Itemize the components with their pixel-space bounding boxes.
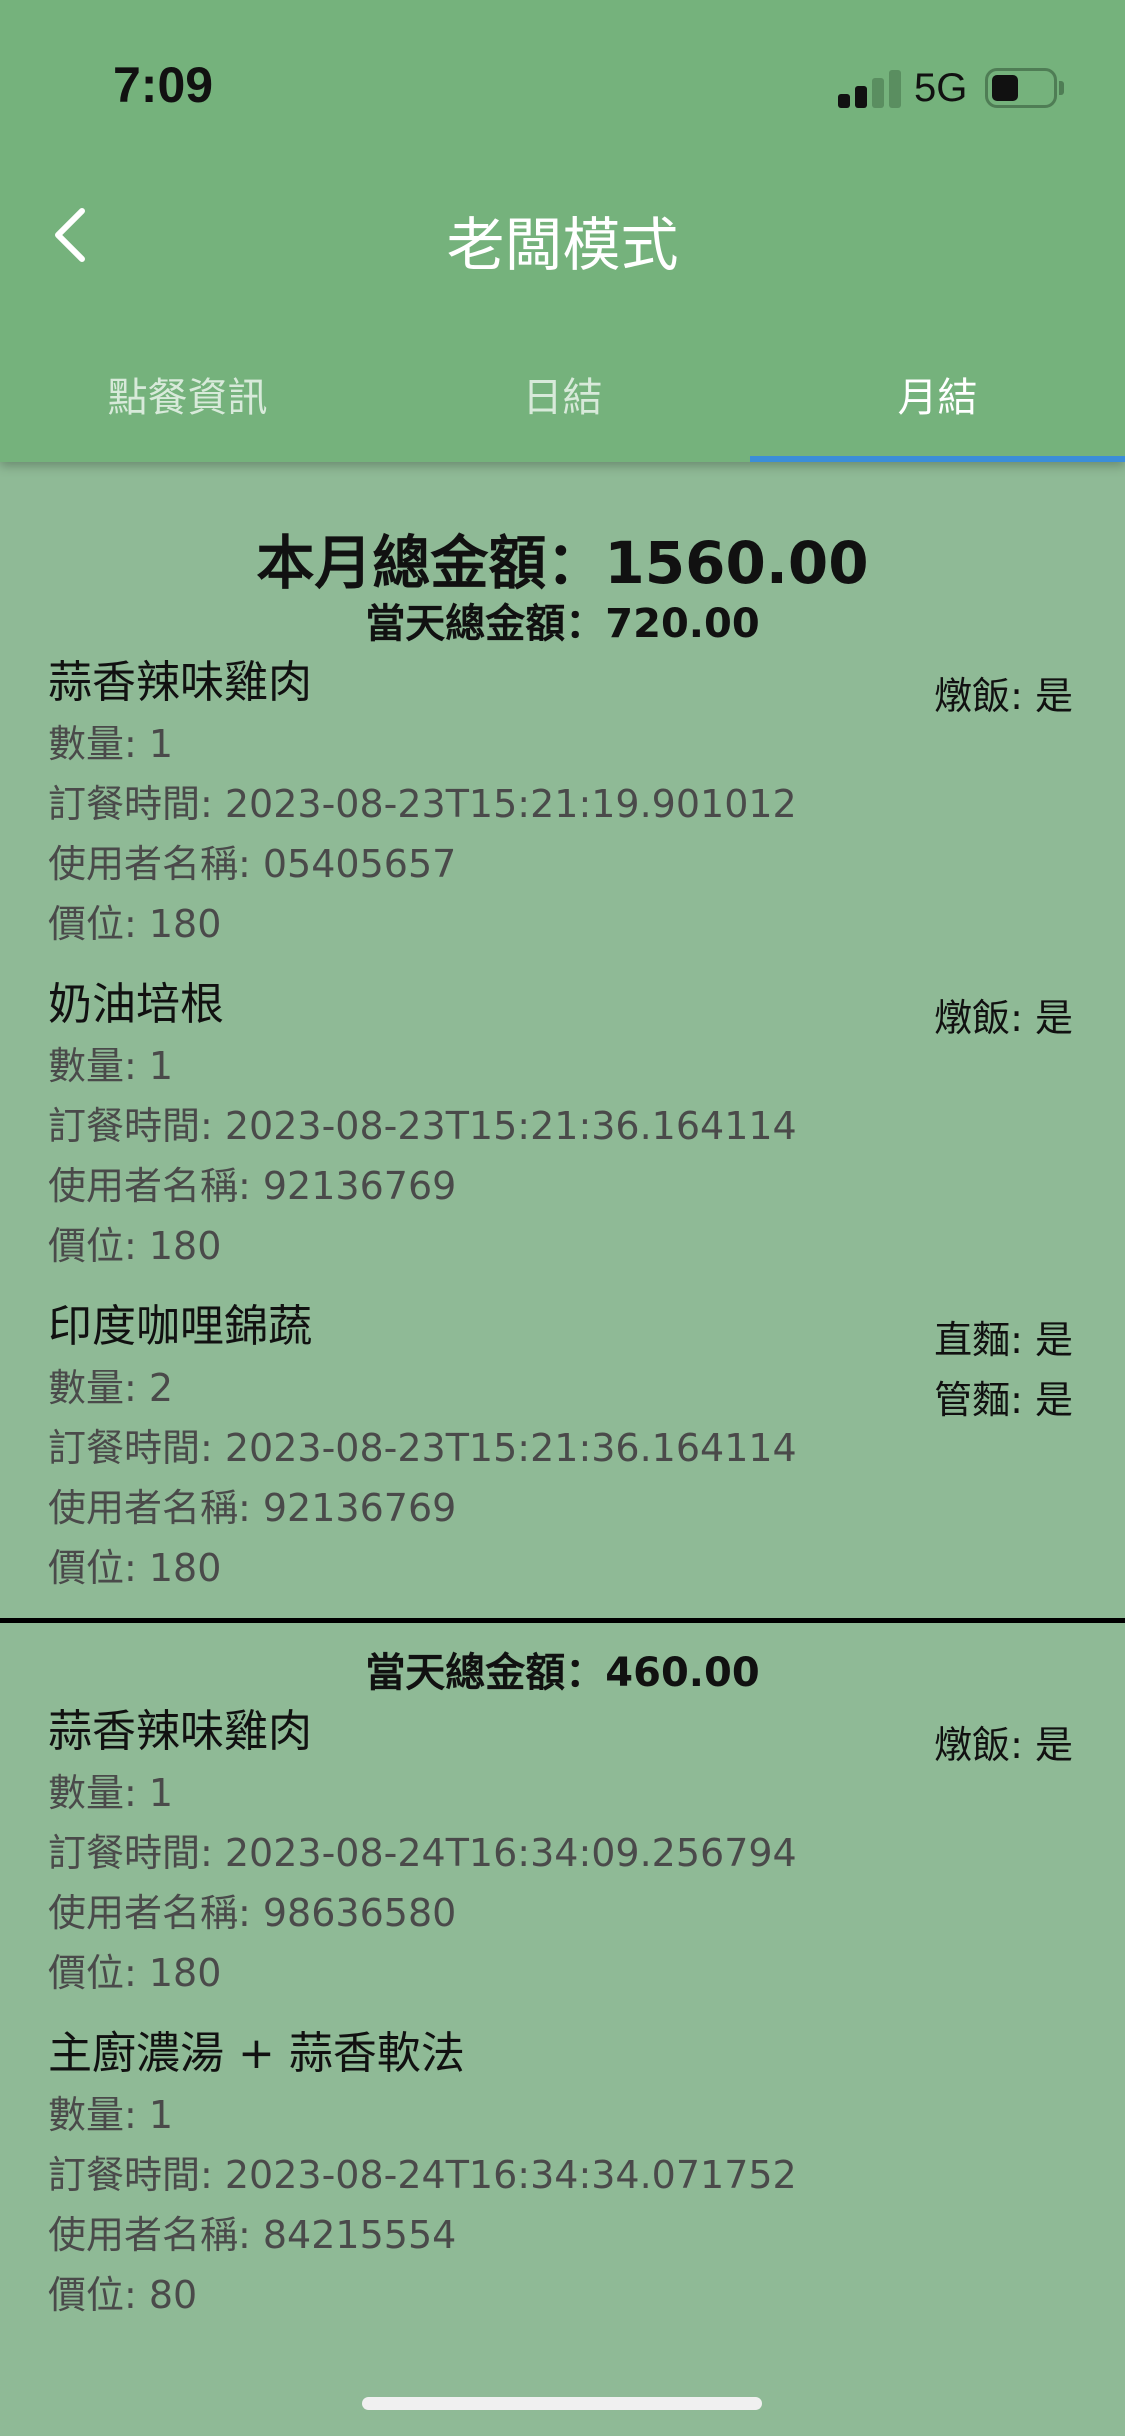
day-section: 當天總金額：460.00 蒜香辣味雞肉 數量: 1 訂餐時間: 2023-08-24T… xyxy=(0,1618,1125,2325)
order-quantity: 數量: 1 xyxy=(48,2093,174,2137)
order-option: 燉飯: 是 xyxy=(934,996,1073,1040)
order-name: 主廚濃湯 + 蒜香軟法 xyxy=(48,2028,465,2079)
home-indicator[interactable] xyxy=(362,2397,762,2410)
day-total: 當天總金額：720.00 xyxy=(365,601,760,647)
order-options: 燉飯: 是 xyxy=(934,1715,1073,1775)
order-time: 訂餐時間: 2023-08-23T15:21:19.901012 xyxy=(48,782,797,826)
order-item[interactable]: 奶油培根 數量: 1 訂餐時間: 2023-08-23T15:21:36.16411… xyxy=(0,974,1125,1276)
order-price: 價位: 180 xyxy=(48,1951,222,1995)
order-user: 使用者名稱: 05405657 xyxy=(48,842,457,886)
monthly-report[interactable]: 本月總金額：1560.00 當天總金額：720.00 蒜香辣味雞肉 數量: 1 訂餐時… xyxy=(0,462,1125,2345)
order-item[interactable]: 主廚濃湯 + 蒜香軟法數量: 1 訂餐時間: 2023-08-24T16:34:3… xyxy=(0,2023,1125,2325)
network-label: 5G xyxy=(914,66,968,110)
order-user: 使用者名稱: 98636580 xyxy=(48,1891,457,1935)
order-time: 訂餐時間: 2023-08-24T16:34:34.071752 xyxy=(48,2153,797,2197)
battery-icon xyxy=(985,68,1065,108)
signal-icon xyxy=(838,68,902,108)
status-time: 7:09 xyxy=(113,57,214,113)
order-option: 管麵: 是 xyxy=(934,1378,1073,1422)
tab-label: 月結 xyxy=(897,375,978,421)
tab-order-info[interactable]: 點餐資訊 xyxy=(0,340,375,462)
order-item[interactable]: 印度咖哩錦蔬 數量: 2 訂餐時間: 2023-08-23T15:21:36.164… xyxy=(0,1296,1125,1598)
order-option: 燉飯: 是 xyxy=(934,1723,1073,1767)
day-total: 當天總金額：460.00 xyxy=(365,1650,760,1696)
order-user: 使用者名稱: 92136769 xyxy=(48,1164,457,1208)
order-options: 燉飯: 是 xyxy=(934,988,1073,1048)
tab-bar: 點餐資訊 日結 月結 xyxy=(0,340,1125,462)
order-options: 燉飯: 是 xyxy=(934,666,1073,726)
page-title: 老闆模式 xyxy=(446,211,679,279)
order-item[interactable]: 蒜香辣味雞肉 數量: 1 訂餐時間: 2023-08-23T15:21:19.901… xyxy=(0,652,1125,954)
day-section: 當天總金額：720.00 蒜香辣味雞肉 數量: 1 訂餐時間: 2023-08-23T… xyxy=(0,596,1125,1598)
order-options: 直麵: 是管麵: 是 xyxy=(934,1310,1073,1430)
order-user: 使用者名稱: 84215554 xyxy=(48,2213,457,2257)
tab-label: 日結 xyxy=(522,375,603,421)
order-price: 價位: 180 xyxy=(48,1546,222,1590)
order-option: 直麵: 是 xyxy=(934,1318,1073,1362)
order-time: 訂餐時間: 2023-08-23T15:21:36.164114 xyxy=(48,1104,797,1148)
order-user: 使用者名稱: 92136769 xyxy=(48,1486,457,1530)
order-price: 價位: 180 xyxy=(48,1224,222,1268)
app-screen: 7:09 5G 老闆模式 點餐資訊 日結 月結 本月總金額：1560.00 當天… xyxy=(0,0,1125,2436)
tab-daily-settlement[interactable]: 日結 xyxy=(375,340,750,462)
active-tab-indicator xyxy=(750,456,1125,462)
month-total: 本月總金額：1560.00 xyxy=(256,529,869,597)
order-price: 價位: 80 xyxy=(48,2273,198,2317)
order-option: 燉飯: 是 xyxy=(934,674,1073,718)
order-price: 價位: 180 xyxy=(48,902,222,946)
app-header: 7:09 5G 老闆模式 點餐資訊 日結 月結 xyxy=(0,0,1125,462)
order-item[interactable]: 蒜香辣味雞肉 數量: 1 訂餐時間: 2023-08-24T16:34:09.256… xyxy=(0,1701,1125,2003)
tab-monthly-settlement[interactable]: 月結 xyxy=(750,340,1125,462)
order-time: 訂餐時間: 2023-08-24T16:34:09.256794 xyxy=(48,1831,797,1875)
days-list: 當天總金額：720.00 蒜香辣味雞肉 數量: 1 訂餐時間: 2023-08-23T… xyxy=(0,596,1125,2325)
tab-label: 點餐資訊 xyxy=(107,375,268,421)
